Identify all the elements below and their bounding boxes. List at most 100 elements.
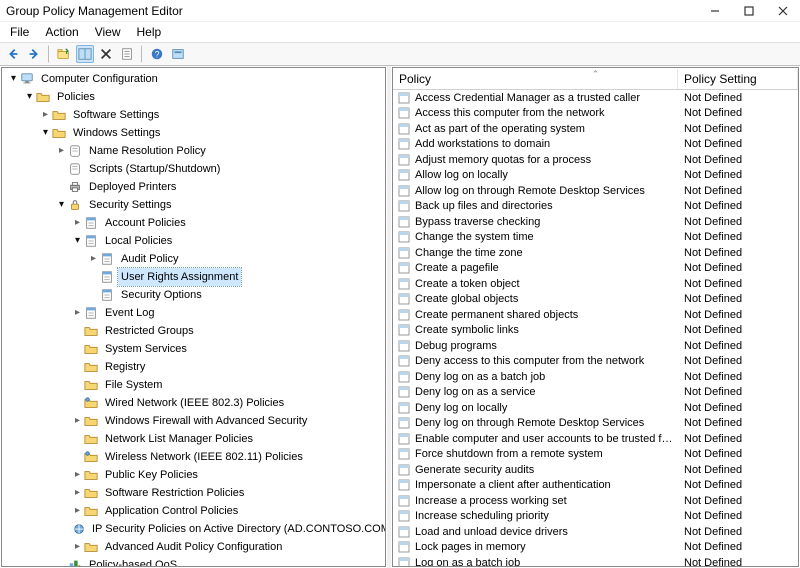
tree-item[interactable]: Event Log	[4, 304, 385, 322]
tree-item[interactable]: Computer Configuration	[4, 70, 385, 88]
column-header-setting[interactable]: Policy Setting	[678, 69, 798, 89]
list-row[interactable]: Create a token objectNot Defined	[393, 276, 798, 292]
tree-item[interactable]: Application Control Policies	[4, 502, 385, 520]
list-row[interactable]: Log on as a batch jobNot Defined	[393, 555, 798, 567]
tree-item[interactable]: Local Policies	[4, 232, 385, 250]
expand-icon[interactable]	[72, 538, 83, 556]
properties-icon[interactable]	[118, 45, 136, 63]
tree-pane[interactable]: Computer ConfigurationPoliciesSoftware S…	[1, 67, 386, 567]
list-row[interactable]: Create global objectsNot Defined	[393, 292, 798, 308]
list-row[interactable]: Generate security auditsNot Defined	[393, 462, 798, 478]
tree-item[interactable]: Restricted Groups	[4, 322, 385, 340]
forward-icon[interactable]	[25, 45, 43, 63]
expand-icon[interactable]	[40, 106, 51, 124]
list-row[interactable]: Increase scheduling priorityNot Defined	[393, 509, 798, 525]
list-row[interactable]: Lock pages in memoryNot Defined	[393, 540, 798, 556]
expand-icon[interactable]	[72, 466, 83, 484]
list-row[interactable]: Bypass traverse checkingNot Defined	[393, 214, 798, 230]
expand-icon[interactable]	[72, 502, 83, 520]
menu-item[interactable]: File	[4, 24, 35, 40]
help-icon[interactable]	[148, 45, 166, 63]
list-row[interactable]: Back up files and directoriesNot Defined	[393, 199, 798, 215]
list-row[interactable]: Force shutdown from a remote systemNot D…	[393, 447, 798, 463]
expand-icon[interactable]	[72, 214, 83, 232]
tree-item[interactable]: Public Key Policies	[4, 466, 385, 484]
tree-item[interactable]: Registry	[4, 358, 385, 376]
list-row[interactable]: Create permanent shared objectsNot Defin…	[393, 307, 798, 323]
list-row[interactable]: Allow log on through Remote Desktop Serv…	[393, 183, 798, 199]
list-row[interactable]: Deny access to this computer from the ne…	[393, 354, 798, 370]
tree-item[interactable]: Wireless Network (IEEE 802.11) Policies	[4, 448, 385, 466]
close-button[interactable]	[766, 0, 800, 22]
list-row[interactable]: Allow log on locallyNot Defined	[393, 168, 798, 184]
list-row[interactable]: Create a pagefileNot Defined	[393, 261, 798, 277]
minimize-button[interactable]	[698, 0, 732, 22]
collapse-icon[interactable]	[56, 196, 67, 214]
back-icon[interactable]	[4, 45, 22, 63]
list-row[interactable]: Increase a process working setNot Define…	[393, 493, 798, 509]
tree-item[interactable]: Name Resolution Policy	[4, 142, 385, 160]
policy-name: Create a token object	[415, 278, 678, 290]
pane-splitter[interactable]	[387, 66, 391, 568]
expand-icon[interactable]	[56, 142, 67, 160]
policy-item-icon	[397, 154, 411, 166]
menu-item[interactable]: Action	[39, 24, 84, 40]
collapse-icon[interactable]	[8, 70, 19, 88]
list-pane[interactable]: ⌃ Policy Policy Setting Access Credentia…	[392, 67, 799, 567]
list-row[interactable]: Deny log on through Remote Desktop Servi…	[393, 416, 798, 432]
tree-item[interactable]: Deployed Printers	[4, 178, 385, 196]
menu-item[interactable]: Help	[131, 24, 168, 40]
policy-setting: Not Defined	[678, 324, 798, 336]
policy-name: Bypass traverse checking	[415, 216, 678, 228]
tree-item[interactable]: Wired Network (IEEE 802.3) Policies	[4, 394, 385, 412]
maximize-button[interactable]	[732, 0, 766, 22]
tree-item[interactable]: Advanced Audit Policy Configuration	[4, 538, 385, 556]
list-row[interactable]: Change the system timeNot Defined	[393, 230, 798, 246]
tree-item[interactable]: File System	[4, 376, 385, 394]
list-row[interactable]: Enable computer and user accounts to be …	[393, 431, 798, 447]
list-row[interactable]: Debug programsNot Defined	[393, 338, 798, 354]
list-row[interactable]: Load and unload device driversNot Define…	[393, 524, 798, 540]
tree-item[interactable]: Windows Settings	[4, 124, 385, 142]
collapse-icon[interactable]	[40, 124, 51, 142]
list-row[interactable]: Impersonate a client after authenticatio…	[393, 478, 798, 494]
list-row[interactable]: Change the time zoneNot Defined	[393, 245, 798, 261]
tree-item[interactable]: IP Security Policies on Active Directory…	[4, 520, 385, 538]
collapse-icon[interactable]	[24, 88, 35, 106]
filter-icon[interactable]	[169, 45, 187, 63]
list-row[interactable]: Deny log on as a batch jobNot Defined	[393, 369, 798, 385]
expand-icon[interactable]	[72, 304, 83, 322]
menu-item[interactable]: View	[89, 24, 127, 40]
list-row[interactable]: Adjust memory quotas for a processNot De…	[393, 152, 798, 168]
list-row[interactable]: Add workstations to domainNot Defined	[393, 137, 798, 153]
list-row[interactable]: Access Credential Manager as a trusted c…	[393, 90, 798, 106]
list-row[interactable]: Create symbolic linksNot Defined	[393, 323, 798, 339]
tree-item[interactable]: Windows Firewall with Advanced Security	[4, 412, 385, 430]
tree-item[interactable]: Policies	[4, 88, 385, 106]
tree-item[interactable]: Audit Policy	[4, 250, 385, 268]
show-pane-icon[interactable]	[76, 45, 94, 63]
tree-item[interactable]: Scripts (Startup/Shutdown)	[4, 160, 385, 178]
tree-item[interactable]: System Services	[4, 340, 385, 358]
column-header-policy[interactable]: Policy	[393, 69, 678, 89]
delete-icon[interactable]	[97, 45, 115, 63]
tree-item[interactable]: User Rights Assignment	[4, 268, 385, 286]
list-row[interactable]: Deny log on as a serviceNot Defined	[393, 385, 798, 401]
tree-item[interactable]: Account Policies	[4, 214, 385, 232]
expand-icon[interactable]	[72, 484, 83, 502]
list-row[interactable]: Act as part of the operating systemNot D…	[393, 121, 798, 137]
tree-item[interactable]: Software Settings	[4, 106, 385, 124]
tree-item[interactable]: Network List Manager Policies	[4, 430, 385, 448]
tree-item[interactable]: Software Restriction Policies	[4, 484, 385, 502]
tree-item[interactable]: Policy-based QoS	[4, 556, 385, 567]
expand-icon[interactable]	[72, 412, 83, 430]
up-folder-icon[interactable]	[55, 45, 73, 63]
expand-icon[interactable]	[88, 250, 99, 268]
policy-name: Create symbolic links	[415, 324, 678, 336]
tree-item[interactable]: Security Settings	[4, 196, 385, 214]
list-row[interactable]: Access this computer from the networkNot…	[393, 106, 798, 122]
collapse-icon[interactable]	[72, 232, 83, 250]
policy-item-icon	[397, 293, 411, 305]
tree-item[interactable]: Security Options	[4, 286, 385, 304]
list-row[interactable]: Deny log on locallyNot Defined	[393, 400, 798, 416]
